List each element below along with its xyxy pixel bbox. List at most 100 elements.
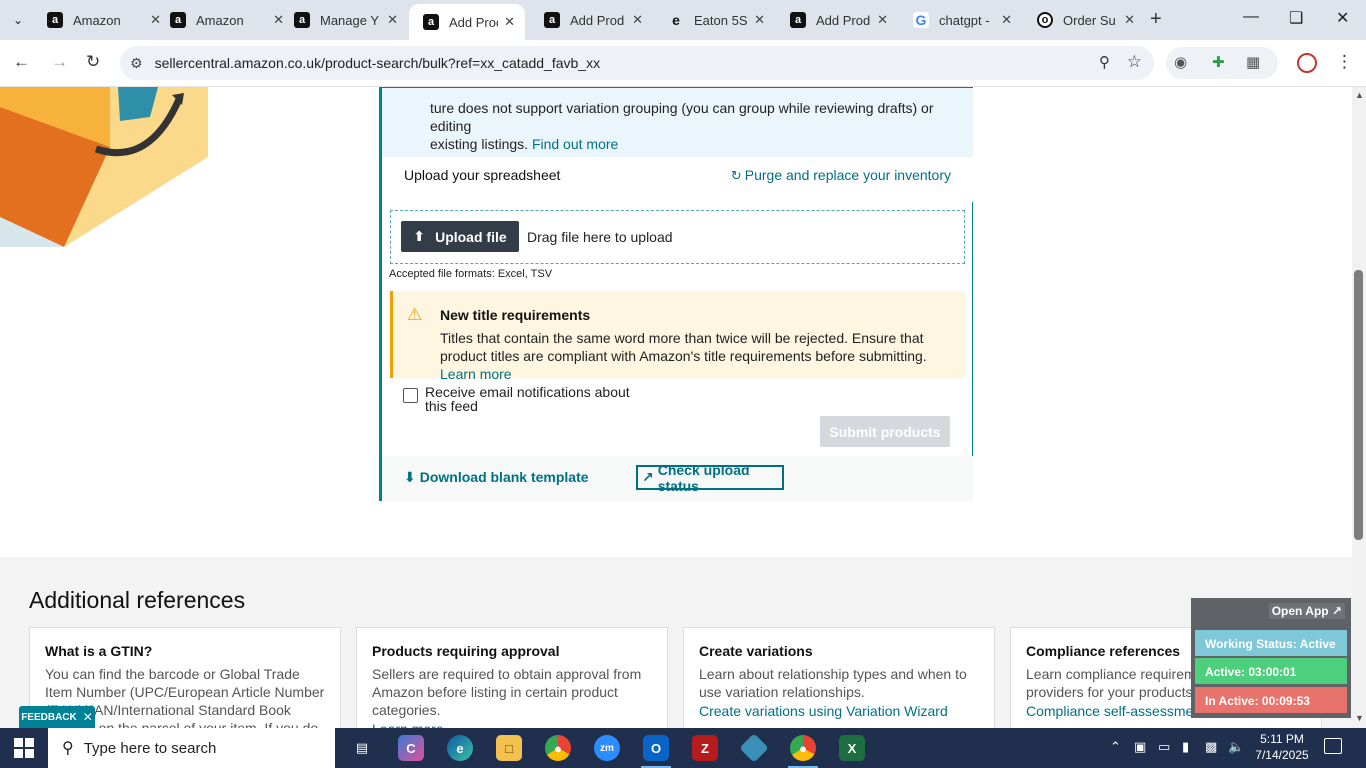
close-icon[interactable]: ✕	[83, 710, 93, 724]
tray-chevron-icon[interactable]: ⌃	[1110, 739, 1121, 755]
scroll-up-icon[interactable]: ▲	[1355, 90, 1364, 100]
bookmark-star-icon[interactable]: ☆	[1127, 52, 1142, 72]
open-app-button[interactable]: Open App ↗	[1268, 603, 1345, 619]
find-out-more-link[interactable]: Find out more	[532, 136, 618, 152]
scroll-down-icon[interactable]: ▼	[1355, 713, 1364, 723]
check-upload-status-link[interactable]: ↗ Check upload status	[636, 462, 784, 494]
battery-icon[interactable]: ▮	[1182, 739, 1189, 755]
browser-tab[interactable]: Gchatgpt - ✕	[899, 4, 1022, 36]
upload-header: Upload your spreadsheet ↻ Purge and repla…	[382, 157, 973, 202]
address-bar[interactable]: ⚙ sellercentral.amazon.co.uk/product-sea…	[120, 46, 1154, 80]
tab-favicon-icon: G	[913, 12, 929, 28]
inactive-time: In Active: 00:09:53	[1195, 687, 1347, 713]
title-requirements-alert: ⚠ New title requirements Titles that con…	[390, 291, 965, 382]
tab-favicon-icon: e	[672, 12, 680, 28]
close-window-button[interactable]: ✕	[1336, 8, 1349, 28]
forward-button[interactable]: →	[51, 52, 68, 72]
display-icon[interactable]: ▭	[1158, 739, 1170, 755]
warning-icon: ⚠	[407, 305, 423, 324]
edge-icon[interactable]: e	[447, 735, 473, 761]
site-info-icon[interactable]: ⚙	[130, 55, 143, 72]
minimize-button[interactable]: —	[1243, 8, 1259, 26]
app-diamond-icon[interactable]	[739, 733, 769, 763]
zoom-app-icon[interactable]: zm	[594, 735, 620, 761]
card-title: Products requiring approval	[372, 643, 560, 659]
purge-replace-link[interactable]: ↻ Purge and replace your inventory	[731, 167, 951, 184]
feedback-tab[interactable]: FEEDBACK ✕	[19, 706, 95, 728]
tab-search-button[interactable]: ⌄	[4, 6, 32, 34]
browser-tab[interactable]: a Add Prod ✕	[409, 4, 525, 40]
volume-icon[interactable]: 🔈	[1228, 739, 1244, 755]
network-icon[interactable]: ▩	[1205, 739, 1217, 755]
taskbar-search[interactable]: ⚲ Type here to search	[48, 728, 335, 768]
upload-label: Upload file	[435, 228, 507, 245]
windows-start-icon[interactable]	[14, 738, 34, 758]
info-line-2: existing listings.	[430, 136, 529, 152]
browser-tab[interactable]: a Amazon ✕	[156, 4, 294, 36]
working-status: Working Status: Active	[1195, 630, 1347, 656]
alert-body: Titles that contain the same word more t…	[440, 330, 927, 364]
tab-close-icon[interactable]: ✕	[632, 12, 643, 28]
globe-icon[interactable]: ◉	[1174, 53, 1187, 71]
file-drop-zone[interactable]: ⬆ Upload file Drag file here to upload	[390, 210, 965, 264]
email-notify-checkbox[interactable]	[403, 388, 418, 403]
page-content: ture does not support variation grouping…	[0, 87, 1352, 728]
upload-file-button[interactable]: ⬆ Upload file	[401, 221, 519, 252]
outlook-icon[interactable]: O	[641, 735, 671, 768]
tab-favicon-icon: o	[1037, 12, 1053, 28]
file-explorer-icon[interactable]: □	[496, 735, 522, 761]
tab-close-icon[interactable]: ✕	[1124, 12, 1135, 28]
download-template-link[interactable]: ⬇ Download blank template	[404, 469, 589, 486]
restore-button[interactable]: ❏	[1289, 8, 1303, 28]
back-button[interactable]: ←	[13, 52, 30, 72]
excel-icon[interactable]: X	[839, 735, 865, 761]
submit-products-button[interactable]: Submit products	[820, 416, 950, 447]
tab-title: Manage Y	[320, 12, 380, 28]
tab-close-icon[interactable]: ✕	[754, 12, 765, 28]
new-tab-button[interactable]: +	[1150, 8, 1162, 31]
upload-panel: ture does not support variation grouping…	[379, 87, 973, 502]
tab-close-icon[interactable]: ✕	[387, 12, 398, 28]
drag-text: Drag file here to upload	[527, 229, 673, 245]
email-notify-label[interactable]: Receive email notifications about this f…	[425, 385, 655, 413]
task-view-icon[interactable]: ▤	[349, 735, 375, 761]
chrome-icon[interactable]: ●	[545, 735, 571, 761]
browser-tab[interactable]: a Add Prod ✕	[530, 4, 653, 36]
browser-tab[interactable]: e Eaton 5SC ✕	[654, 4, 775, 36]
profile-avatar[interactable]	[1297, 53, 1317, 73]
menu-kebab-icon[interactable]: ⋮	[1336, 52, 1353, 72]
learn-more-link[interactable]: Learn more	[440, 366, 512, 382]
puzzle-icon[interactable]: ▦	[1246, 53, 1260, 71]
tab-close-icon[interactable]: ✕	[504, 14, 515, 30]
url-text[interactable]: sellercentral.amazon.co.uk/product-searc…	[155, 55, 601, 71]
notification-icon[interactable]	[1324, 738, 1342, 754]
filezilla-icon[interactable]: Z	[692, 735, 718, 761]
external-link-icon: ↗	[642, 469, 654, 485]
tab-close-icon[interactable]: ✕	[877, 12, 888, 28]
extensions-group: ◉ ✚ ▦	[1166, 47, 1278, 79]
zoom-icon[interactable]: ⚲	[1099, 53, 1110, 71]
browser-tab[interactable]: a Amazon ✕	[33, 4, 171, 36]
page-scrollbar[interactable]: ▲ ▼	[1352, 87, 1366, 728]
meet-icon[interactable]: ▣	[1134, 739, 1146, 755]
scroll-thumb[interactable]	[1354, 270, 1363, 540]
accepted-formats: Accepted file formats: Excel, TSV	[389, 268, 553, 280]
active-time: Active: 03:00:01	[1195, 658, 1347, 684]
reload-button[interactable]: ↻	[86, 52, 100, 72]
copilot-icon[interactable]: C	[398, 735, 424, 761]
browser-tab[interactable]: a Manage Y ✕	[280, 4, 408, 36]
reference-card: Products requiring approval Sellers are r…	[356, 627, 668, 728]
system-clock[interactable]: 5:11 PM 7/14/2025	[1250, 731, 1314, 763]
tab-close-icon[interactable]: ✕	[1001, 12, 1012, 28]
browser-tab[interactable]: o Order Su ✕	[1023, 4, 1145, 36]
card-body: Learn about relationship types and when …	[699, 666, 967, 700]
card-link[interactable]: Learn more	[372, 721, 652, 728]
info-banner: ture does not support variation grouping…	[382, 88, 973, 157]
card-link[interactable]: Create variations using Variation Wizard	[699, 703, 979, 719]
tab-title: Add Prod	[570, 12, 625, 28]
chevron-down-icon: ⌄	[12, 13, 24, 27]
upload-title: Upload your spreadsheet	[404, 167, 561, 183]
chrome-profile-icon[interactable]: ●	[788, 735, 818, 768]
extension-plus-icon[interactable]: ✚	[1212, 53, 1225, 71]
browser-tab[interactable]: a Add Prod ✕	[776, 4, 898, 36]
